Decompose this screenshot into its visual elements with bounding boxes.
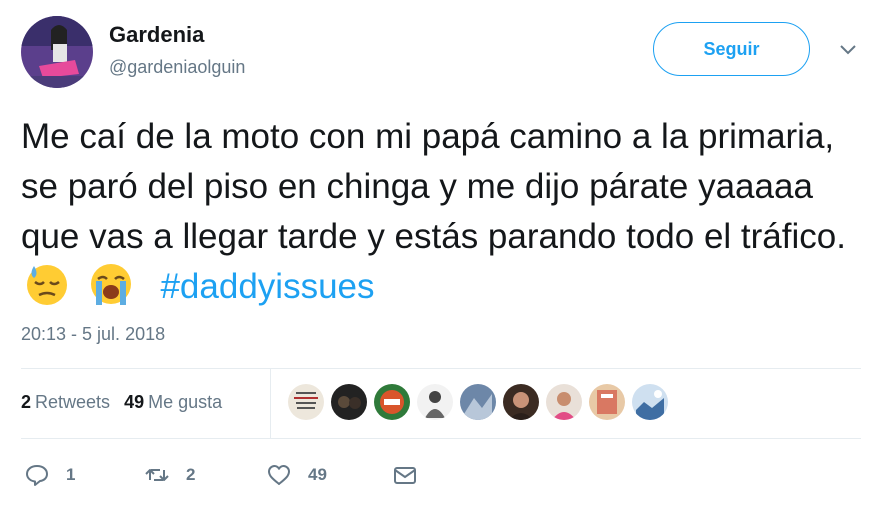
- tweet-stats: 2 Retweets 49 Me gusta: [21, 392, 222, 413]
- stats-divider: [270, 369, 271, 438]
- liker-avatar[interactable]: [374, 384, 410, 420]
- likes-count: 49: [124, 392, 145, 412]
- liker-avatar[interactable]: [589, 384, 625, 420]
- likes-stat[interactable]: 49 Me gusta: [124, 392, 222, 413]
- liker-avatar[interactable]: [417, 384, 453, 420]
- tweet-body: Me caí de la moto con mi papá camino a l…: [21, 117, 846, 256]
- retweets-count: 2: [21, 392, 32, 412]
- direct-message-button[interactable]: [392, 462, 418, 488]
- liker-avatar[interactable]: [546, 384, 582, 420]
- retweets-stat[interactable]: 2 Retweets: [21, 392, 110, 413]
- liker-avatar[interactable]: [288, 384, 324, 420]
- liker-avatars: [288, 384, 668, 420]
- author-handle[interactable]: @gardeniaolguin: [109, 55, 245, 79]
- divider: [21, 438, 861, 439]
- heart-icon: [266, 462, 292, 488]
- reply-count: 1: [66, 465, 76, 484]
- liker-avatar[interactable]: [503, 384, 539, 420]
- tweet-timestamp[interactable]: 20:13 - 5 jul. 2018: [21, 324, 165, 345]
- loudly-crying-face-emoji: [85, 262, 137, 306]
- retweets-label: Retweets: [35, 392, 111, 412]
- liker-avatar[interactable]: [460, 384, 496, 420]
- downcast-sweat-face-emoji: [21, 262, 73, 306]
- action-bar: 1 2 49: [24, 462, 418, 488]
- reply-icon: [24, 462, 50, 488]
- avatar[interactable]: [21, 16, 93, 88]
- retweet-icon: [144, 462, 170, 488]
- like-button[interactable]: 49: [266, 462, 392, 488]
- envelope-icon: [392, 462, 418, 488]
- hashtag-link[interactable]: #daddyissues: [160, 267, 374, 306]
- tweet-card: Gardenia @gardeniaolguin Seguir Me caí d…: [0, 0, 888, 532]
- author-name[interactable]: Gardenia: [109, 22, 245, 48]
- follow-button[interactable]: Seguir: [653, 22, 810, 76]
- retweet-button[interactable]: 2: [144, 462, 266, 488]
- like-count: 49: [308, 465, 327, 484]
- likes-label: Me gusta: [148, 392, 223, 412]
- tweet-text: Me caí de la moto con mi papá camino a l…: [21, 112, 871, 312]
- chevron-down-icon[interactable]: [836, 40, 860, 60]
- liker-avatar[interactable]: [632, 384, 668, 420]
- retweet-count: 2: [186, 465, 196, 484]
- divider: [21, 368, 861, 369]
- liker-avatar[interactable]: [331, 384, 367, 420]
- author-info: Gardenia @gardeniaolguin: [109, 22, 245, 79]
- reply-button[interactable]: 1: [24, 462, 144, 488]
